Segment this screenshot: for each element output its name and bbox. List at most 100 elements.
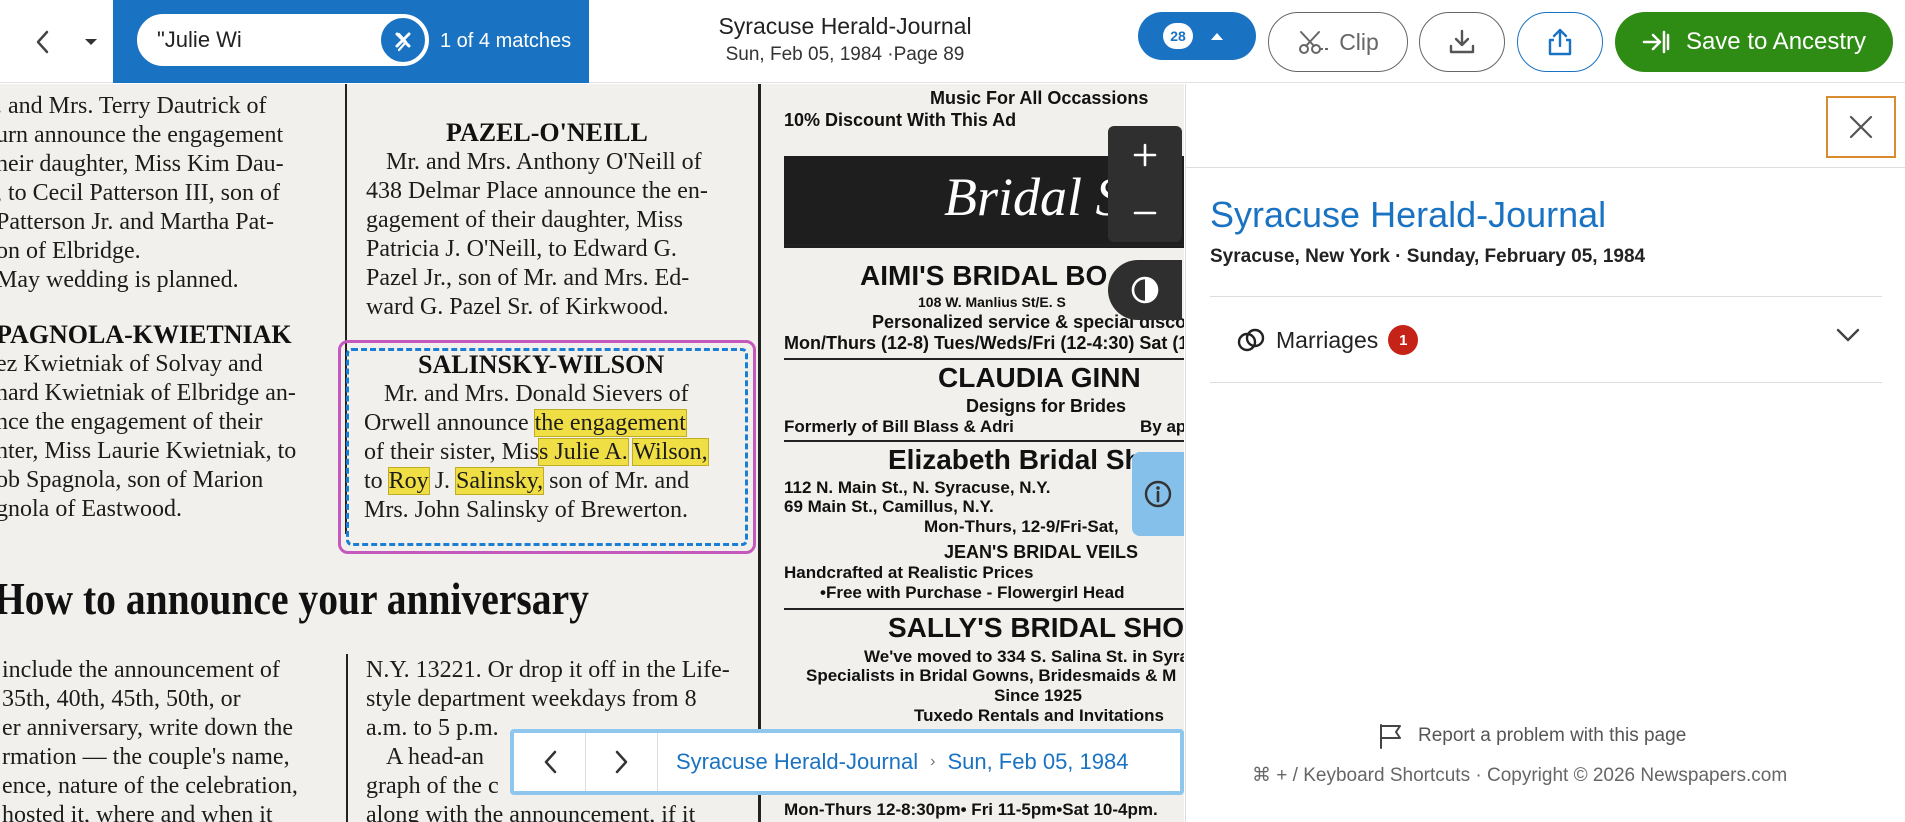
search-bar: 1 of 4 matches xyxy=(113,0,589,83)
next-page-button[interactable] xyxy=(586,733,658,791)
breadcrumb-newspaper-link[interactable]: Syracuse Herald-Journal xyxy=(676,749,918,775)
save-to-ancestry-button[interactable]: Save to Ancestry xyxy=(1615,12,1893,72)
clips-toggle-button[interactable]: 28 xyxy=(1138,12,1256,60)
text-span: of their sister, Mis xyxy=(364,439,540,465)
publication-title-link[interactable]: Syracuse Herald-Journal xyxy=(1210,194,1606,236)
chevron-left-icon xyxy=(544,750,556,774)
article-line: gnola of Eastwood. xyxy=(0,496,182,522)
zoom-in-button[interactable] xyxy=(1108,126,1182,184)
clip-count-badge: 28 xyxy=(1163,23,1193,49)
ad-line: Music For All Occassions xyxy=(930,88,1149,108)
article-line: ob Spagnola, son of Marion xyxy=(0,467,264,493)
newspaper-viewer[interactable]: . and Mrs. Terry Dautrick of urn announc… xyxy=(0,84,1184,822)
breadcrumb-date-link[interactable]: Sun, Feb 05, 1984 xyxy=(947,749,1128,775)
clipped-article-text: Mr. and Mrs. Donald Sievers of Orwell an… xyxy=(364,380,708,525)
previous-match-button[interactable] xyxy=(336,22,372,62)
plus-icon xyxy=(1133,143,1157,167)
divider xyxy=(1210,296,1882,297)
ad-line: 112 N. Main St., N. Syracuse, N.Y. xyxy=(784,478,1051,497)
article-line: . and Mrs. Terry Dautrick of xyxy=(0,93,267,119)
info-panel-tab[interactable] xyxy=(1132,452,1184,536)
close-panel-button[interactable] xyxy=(1826,96,1896,158)
article-headline: PAZEL-O'NEILL xyxy=(446,118,648,147)
article-line: ward G. Pazel Sr. of Kirkwood. xyxy=(366,294,669,320)
ad-line: 69 Main St., Camillus, N.Y. xyxy=(784,497,994,516)
text-span: Orwell announce xyxy=(364,410,535,436)
document-title: Syracuse Herald-Journal Sun, Feb 05, 198… xyxy=(700,13,990,66)
article-line: include the announcement of xyxy=(2,657,280,683)
rings-icon xyxy=(1237,328,1265,352)
back-button[interactable] xyxy=(24,24,60,60)
search-highlight: Salinsky, xyxy=(456,468,544,494)
article-line: May wedding is planned. xyxy=(0,267,239,293)
next-match-button[interactable] xyxy=(385,22,421,62)
anniversary-headline: How to announce your anniversary xyxy=(0,573,589,624)
search-highlight: Wilson, xyxy=(633,439,708,465)
ad-line: 108 W. Manlius St/E. S xyxy=(918,294,1066,310)
contrast-toggle-button[interactable] xyxy=(1108,260,1182,320)
save-label: Save to Ancestry xyxy=(1685,28,1867,55)
article-line: nce the engagement of their xyxy=(0,409,263,435)
article-line: N.Y. 13221. Or drop it off in the Life- xyxy=(366,657,730,683)
text-span: to xyxy=(364,468,389,494)
report-label: Report a problem with this page xyxy=(1418,725,1687,746)
download-button[interactable] xyxy=(1419,12,1505,72)
clip-button[interactable]: Clip xyxy=(1268,12,1408,72)
save-arrow-icon xyxy=(1642,30,1670,54)
article-line: of their sister, Miss Julie A. Wilson, xyxy=(364,438,708,467)
article-line: Mr. and Mrs. Donald Sievers of xyxy=(384,381,689,407)
article-line: Pazel Jr., son of Mr. and Mrs. Ed- xyxy=(366,265,690,291)
zoom-out-button[interactable] xyxy=(1108,184,1182,242)
ad-rule xyxy=(784,440,1184,442)
article-headline: PAGNOLA-KWIETNIAK xyxy=(0,320,292,349)
chevron-right-icon xyxy=(615,750,627,774)
ad-line: Handcrafted at Realistic Prices xyxy=(784,563,1034,582)
article-line: Mrs. John Salinsky of Brewerton. xyxy=(364,497,688,523)
clip-label: Clip xyxy=(1339,28,1379,55)
ad-line: 10% Discount With This Ad xyxy=(784,110,1017,130)
article-column-2: Mr. and Mrs. Anthony O'Neill of 438 Delm… xyxy=(366,148,708,322)
search-highlight: the engagement xyxy=(534,410,686,436)
article-line: ence, nature of the celebration, xyxy=(2,773,298,799)
text-span: son of Mr. and xyxy=(543,468,690,494)
divider xyxy=(1210,382,1882,383)
ad-line: Mon-Thurs 12-8:30pm• Fri 11-5pm•Sat 10-4… xyxy=(784,800,1158,819)
marriages-accordion[interactable]: Marriages 1 xyxy=(1210,298,1882,382)
match-count: 1 of 4 matches xyxy=(440,30,572,52)
footer: ⌘ + / Keyboard Shortcuts · Copyright © 2… xyxy=(1252,764,1787,787)
article-line: gagement of their daughter, Miss xyxy=(366,207,683,233)
history-dropdown-button[interactable] xyxy=(76,24,106,60)
article-line: nard Kwietniak of Elbridge an- xyxy=(0,380,296,406)
ad-line: We've moved to 334 S. Salina St. in Syra… xyxy=(864,647,1184,666)
report-problem-link[interactable]: Report a problem with this page xyxy=(1378,722,1686,750)
keyboard-shortcuts-link[interactable]: ⌘ + / Keyboard Shortcuts xyxy=(1252,765,1470,786)
contrast-icon xyxy=(1131,276,1159,304)
page-navigation-bar: Syracuse Herald-Journal › Sun, Feb 05, 1… xyxy=(510,729,1184,795)
ad-rule xyxy=(784,358,1184,360)
article-line: on of Elbridge. xyxy=(0,238,141,264)
article-line: er anniversary, write down the xyxy=(2,715,293,741)
article-column-1: . and Mrs. Terry Dautrick of urn announc… xyxy=(0,92,284,295)
ad-rule xyxy=(784,608,1184,610)
ad-line: Designs for Brides xyxy=(966,396,1127,416)
flag-icon xyxy=(1380,724,1401,749)
section-count-badge: 1 xyxy=(1388,325,1419,355)
article-line: hosted it, where and when it xyxy=(2,802,273,822)
ad-line: Since 1925 xyxy=(994,686,1082,705)
caret-down-icon xyxy=(85,39,97,45)
previous-page-button[interactable] xyxy=(514,733,586,791)
ad-heading: SALLY'S BRIDAL SHO xyxy=(888,612,1184,643)
ad-line: Mon-Thurs, 12-9/Fri-Sat, xyxy=(924,517,1119,536)
section-label: Marriages xyxy=(1276,326,1379,353)
article-line: rmation — the couple's name, xyxy=(2,744,290,770)
search-highlight: Roy xyxy=(388,468,429,494)
share-icon xyxy=(1548,28,1572,56)
newspaper-title: Syracuse Herald-Journal xyxy=(718,13,972,39)
ad-heading: AIMI'S BRIDAL BO xyxy=(860,260,1108,291)
info-icon xyxy=(1144,480,1172,508)
article-line: 35th, 40th, 45th, 50th, or xyxy=(2,686,241,712)
chevron-left-icon xyxy=(349,32,360,52)
share-button[interactable] xyxy=(1517,12,1603,72)
ad-line: Mon/Thurs (12-8) Tues/Weds/Fri (12-4:30)… xyxy=(784,333,1184,353)
article-line: 438 Delmar Place announce the en- xyxy=(366,178,708,204)
